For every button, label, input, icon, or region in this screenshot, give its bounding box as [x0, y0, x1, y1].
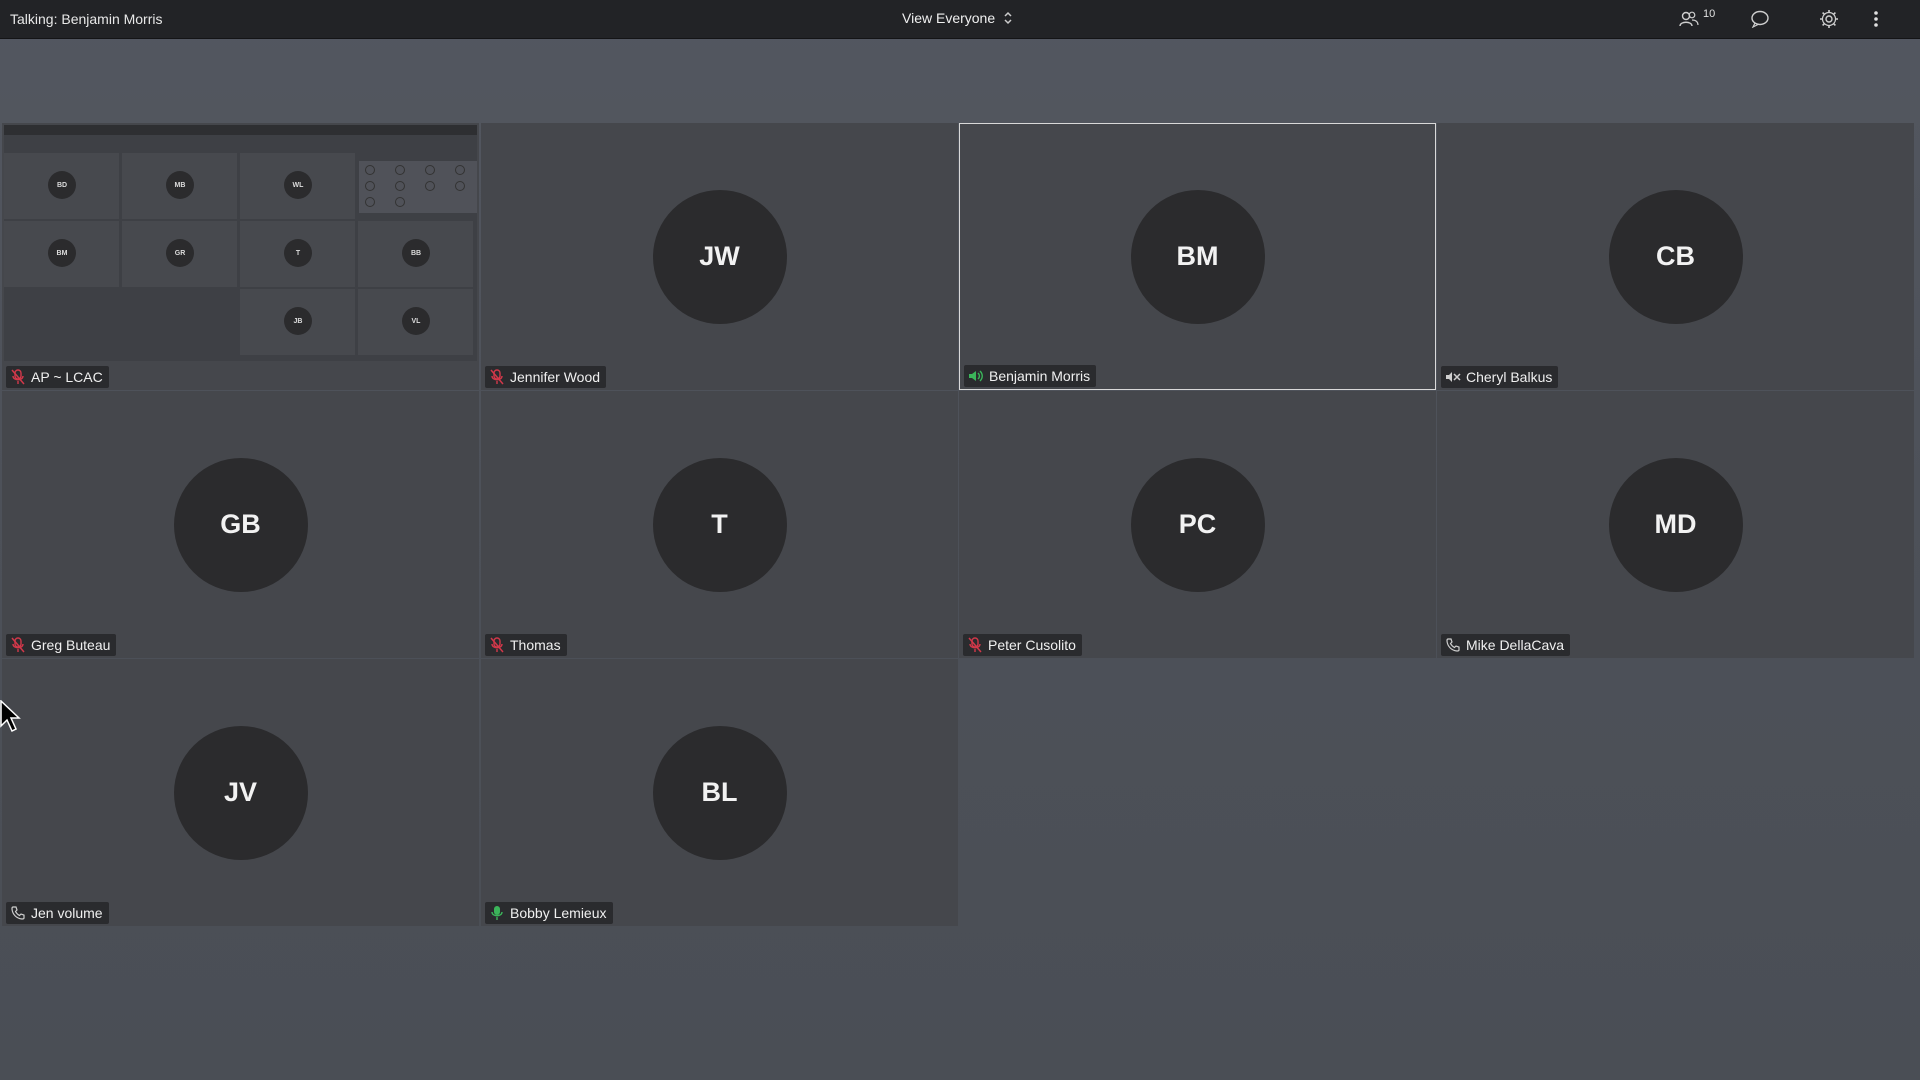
avatar: BM	[1130, 189, 1265, 324]
chat-icon[interactable]	[1749, 8, 1771, 30]
mic-muted-icon	[489, 637, 505, 653]
avatar: BL	[652, 725, 787, 860]
avatar: GB	[173, 457, 308, 592]
gear-icon[interactable]	[1818, 8, 1840, 30]
participant-name: Benjamin Morris	[989, 368, 1091, 384]
mini-avatar: GR	[166, 239, 194, 267]
participant-tile-bobby-lemieux[interactable]: BL Bobby Lemieux	[481, 659, 958, 926]
mouse-cursor-icon	[0, 699, 22, 739]
avatar: T	[652, 457, 787, 592]
participant-nameplate: Thomas	[485, 634, 567, 656]
mic-muted-icon	[10, 369, 26, 385]
participant-name: Cheryl Balkus	[1466, 369, 1553, 385]
mini-avatar: BB	[402, 239, 430, 267]
mini-avatar: BD	[48, 171, 76, 199]
mini-avatar: JB	[284, 307, 312, 335]
mic-muted-icon	[489, 369, 505, 385]
avatar: CB	[1608, 189, 1743, 324]
participant-tile-jen-volume[interactable]: JV Jen volume	[2, 659, 479, 926]
mini-avatar: VL	[402, 307, 430, 335]
mini-avatar: WL	[284, 171, 312, 199]
participant-tile-ap-lcac[interactable]: BD MB WL BM GR T BB JB VL AP ~ LCAC	[2, 123, 479, 390]
mic-on-icon	[489, 905, 505, 921]
mini-participant-panel	[359, 161, 477, 213]
share-window-bar	[4, 125, 477, 135]
participant-tile-thomas[interactable]: T Thomas	[481, 391, 958, 658]
participant-tile-jennifer-wood[interactable]: JW Jennifer Wood	[481, 123, 958, 390]
participant-nameplate: Jennifer Wood	[485, 366, 607, 388]
avatar: PC	[1130, 457, 1265, 592]
participant-nameplate: Mike DellaCava	[1441, 634, 1571, 656]
participant-count: 10	[1703, 8, 1716, 20]
mini-avatar: T	[284, 239, 312, 267]
top-bar: Talking: Benjamin Morris View Everyone 1…	[0, 0, 1920, 39]
talking-indicator: Talking: Benjamin Morris	[10, 11, 163, 27]
participant-tile-greg-buteau[interactable]: GB Greg Buteau	[2, 391, 479, 658]
more-vertical-icon[interactable]	[1865, 8, 1887, 30]
mic-muted-icon	[10, 637, 26, 653]
participant-name: AP ~ LCAC	[31, 369, 103, 385]
participant-nameplate: Greg Buteau	[6, 634, 117, 656]
participant-nameplate: Benjamin Morris	[964, 365, 1097, 387]
avatar: JW	[652, 189, 787, 324]
participant-tile-benjamin-morris[interactable]: BM Benjamin Morris	[959, 123, 1436, 390]
participant-name: Bobby Lemieux	[510, 905, 607, 921]
participant-nameplate: AP ~ LCAC	[6, 366, 109, 388]
participant-nameplate: Peter Cusolito	[963, 634, 1082, 656]
participant-name: Jennifer Wood	[510, 369, 601, 385]
speaking-icon	[968, 368, 984, 384]
participant-tile-peter-cusolito[interactable]: PC Peter Cusolito	[959, 391, 1436, 658]
participant-tile-cheryl-balkus[interactable]: CB Cheryl Balkus	[1437, 123, 1914, 390]
view-select-dropdown[interactable]: View Everyone	[902, 10, 1013, 26]
participants-icon[interactable]	[1678, 8, 1700, 30]
mini-avatar: BM	[48, 239, 76, 267]
participant-tile-mike-dellacava[interactable]: MD Mike DellaCava	[1437, 391, 1914, 658]
participant-nameplate: Cheryl Balkus	[1441, 366, 1559, 388]
participant-nameplate: Jen volume	[6, 902, 109, 924]
view-select-label: View Everyone	[902, 10, 996, 26]
participant-name: Mike DellaCava	[1466, 637, 1565, 653]
avatar: JV	[173, 725, 308, 860]
avatar: MD	[1608, 457, 1743, 592]
participant-nameplate: Bobby Lemieux	[485, 902, 613, 924]
chevron-up-down-icon	[1003, 11, 1013, 25]
mini-avatar: MB	[166, 171, 194, 199]
mic-muted-icon	[967, 637, 983, 653]
participant-name: Greg Buteau	[31, 637, 111, 653]
phone-icon	[1445, 637, 1461, 653]
participant-name: Peter Cusolito	[988, 637, 1076, 653]
speaker-muted-icon	[1445, 369, 1461, 385]
participant-name: Jen volume	[31, 905, 103, 921]
screen-share-preview: BD MB WL BM GR T BB JB VL	[4, 125, 477, 361]
participant-name: Thomas	[510, 637, 561, 653]
phone-icon	[10, 905, 26, 921]
